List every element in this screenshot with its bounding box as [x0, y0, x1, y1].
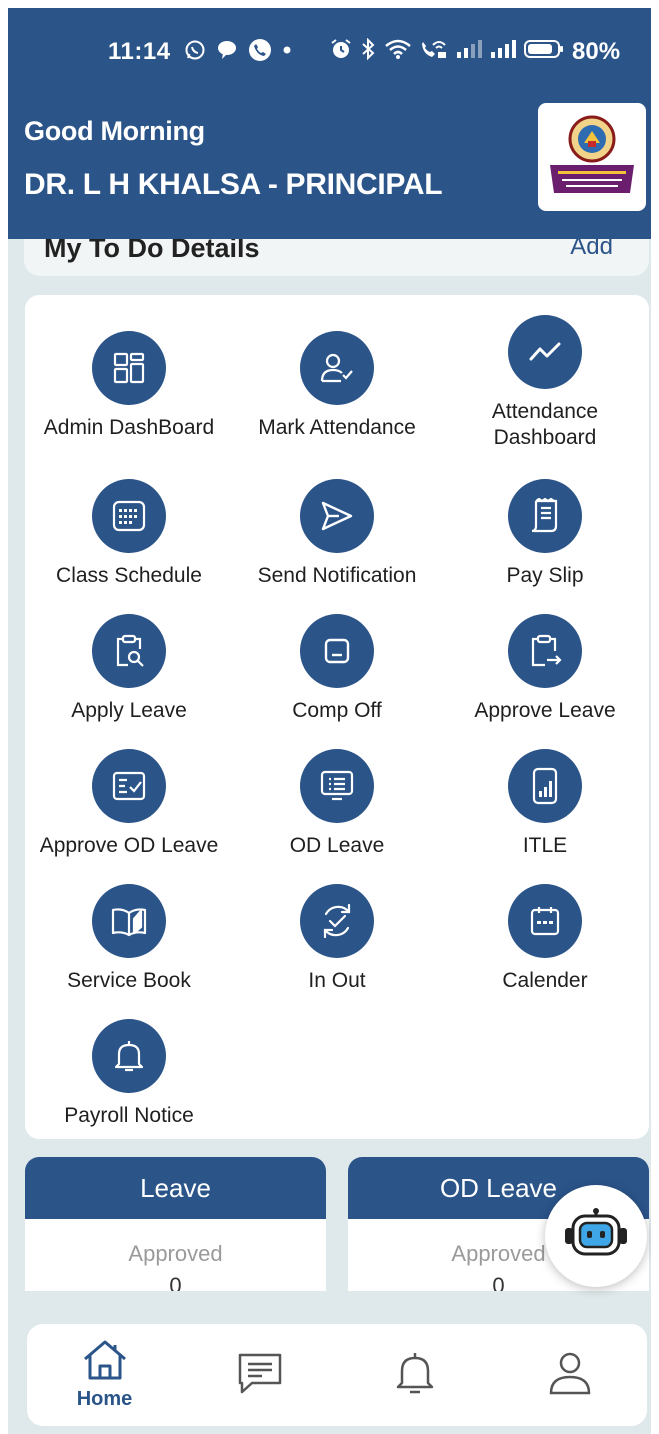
signal-weak-icon [456, 38, 482, 60]
profile-icon [548, 1350, 592, 1401]
leave-stat-card[interactable]: Leave Approved 0 [25, 1157, 326, 1297]
menu-item-label: In Out [308, 969, 366, 992]
status-time: 11:14 [108, 38, 171, 65]
menu-item-label: Comp Off [292, 699, 382, 722]
bluetooth-icon [360, 38, 376, 60]
open-book-icon [92, 884, 166, 958]
menu-item-label: Send Notification [257, 564, 417, 587]
nav-messages[interactable] [182, 1324, 337, 1426]
menu-item-comp-off[interactable]: Comp Off [233, 614, 441, 724]
menu-item-approve-leave[interactable]: Approve Leave [441, 614, 649, 724]
nav-home[interactable]: Home [27, 1324, 182, 1426]
menu-item-label: Class Schedule [56, 564, 202, 587]
menu-card: Admin DashBoard Mark Attendance Attendan… [25, 295, 649, 1139]
monitor-list-icon [300, 749, 374, 823]
chatbot-button[interactable] [545, 1185, 647, 1287]
battery-icon [524, 38, 564, 60]
bottom-navigation: Home [27, 1324, 647, 1426]
menu-item-label: Approve Leave [474, 699, 616, 722]
menu-item-label: Service Book [67, 969, 191, 992]
menu-item-mark-attendance[interactable]: Mark Attendance [233, 331, 441, 441]
robot-icon [563, 1207, 629, 1265]
clipboard-arrow-icon [508, 614, 582, 688]
dot-icon [282, 45, 292, 55]
wifi-icon [384, 38, 412, 60]
menu-item-label: Pay Slip [506, 564, 584, 587]
menu-item-label: Approve OD Leave [39, 834, 219, 857]
menu-item-itle[interactable]: ITLE [441, 749, 649, 859]
menu-item-payroll-notice[interactable]: Payroll Notice [25, 1019, 233, 1129]
menu-item-send-notification[interactable]: Send Notification [233, 479, 441, 589]
checklist-icon [92, 749, 166, 823]
menu-item-pay-slip[interactable]: Pay Slip [441, 479, 649, 589]
menu-item-label: Attendance Dashboard [491, 400, 599, 449]
menu-item-in-out[interactable]: In Out [233, 884, 441, 994]
send-icon [300, 479, 374, 553]
alarm-icon [330, 38, 352, 60]
menu-item-apply-leave[interactable]: Apply Leave [25, 614, 233, 724]
menu-item-od-leave[interactable]: OD Leave [233, 749, 441, 859]
nav-home-label: Home [76, 1388, 133, 1410]
menu-item-label: Admin DashBoard [43, 416, 215, 439]
home-icon [81, 1339, 129, 1386]
menu-item-attendance-dashboard[interactable]: Attendance Dashboard [441, 315, 649, 451]
dashboard-grid-icon [92, 331, 166, 405]
comp-off-icon [300, 614, 374, 688]
trend-line-icon [508, 315, 582, 389]
clipboard-search-icon [92, 614, 166, 688]
menu-item-label: Payroll Notice [64, 1104, 194, 1127]
refresh-check-icon [300, 884, 374, 958]
notification-bell-icon [393, 1350, 437, 1401]
message-icon [236, 1351, 284, 1400]
wifi-call-icon [420, 38, 448, 60]
institution-logo [538, 103, 646, 211]
menu-item-calender[interactable]: Calender [441, 884, 649, 994]
menu-item-label: Calender [502, 969, 588, 992]
menu-item-admin-dashboard[interactable]: Admin DashBoard [25, 331, 233, 441]
whatsapp-icon [184, 39, 206, 61]
nav-profile[interactable] [492, 1324, 647, 1426]
menu-item-label: Mark Attendance [258, 416, 416, 439]
app-header: 11:14 80% Good Morning DR. L H KHALSA - … [8, 8, 651, 239]
calendar-icon [508, 884, 582, 958]
bell-icon [92, 1019, 166, 1093]
menu-item-service-book[interactable]: Service Book [25, 884, 233, 994]
phone-chart-icon [508, 749, 582, 823]
menu-item-label: ITLE [522, 834, 568, 857]
menu-item-class-schedule[interactable]: Class Schedule [25, 479, 233, 589]
greeting-text: Good Morning [24, 116, 205, 146]
leave-approved-label: Approved [128, 1241, 223, 1266]
user-check-icon [300, 331, 374, 405]
receipt-icon [508, 479, 582, 553]
app-screen: 11:14 80% Good Morning DR. L H KHALSA - … [8, 8, 651, 1434]
user-title: DR. L H KHALSA - PRINCIPAL [24, 168, 443, 201]
menu-item-label: OD Leave [289, 834, 385, 857]
menu-item-approve-od-leave[interactable]: Approve OD Leave [25, 749, 233, 859]
leave-stat-title: Leave [25, 1157, 326, 1219]
signal-icon [490, 38, 516, 60]
call-icon [248, 38, 272, 62]
status-bar: 11:14 80% [8, 34, 651, 68]
battery-percent: 80% [572, 38, 621, 65]
chat-bubble-icon [216, 39, 238, 61]
nav-notifications[interactable] [337, 1324, 492, 1426]
menu-item-label: Apply Leave [71, 699, 187, 722]
calendar-grid-icon [92, 479, 166, 553]
